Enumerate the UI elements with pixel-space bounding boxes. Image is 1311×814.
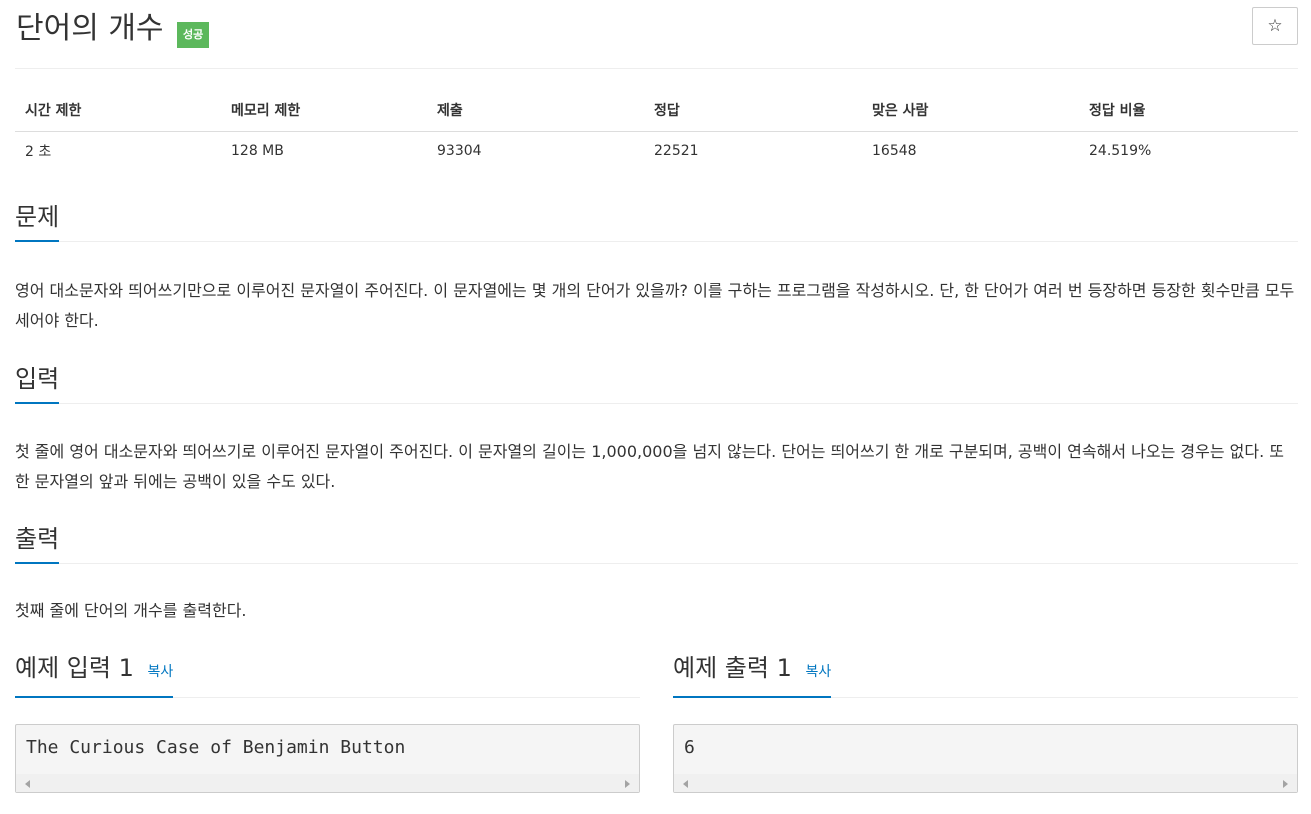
problem-header: 단어의 개수 성공 ☆ — [15, 0, 1298, 69]
sample-input-title: 예제 입력 1 — [15, 654, 134, 682]
description-text: 영어 대소문자와 띄어쓰기만으로 이루어진 문자열이 주어진다. 이 문자열에는… — [15, 281, 1295, 330]
value-accepted: 22521 — [654, 143, 699, 160]
sample-input-box[interactable]: The Curious Case of Benjamin Button — [15, 724, 640, 793]
header-solvers: 맞은 사람 — [862, 89, 1079, 132]
header-memory-limit: 메모리 제한 — [221, 89, 427, 132]
sample-input-scrollbar[interactable] — [16, 774, 639, 792]
sample-input-heading: 예제 입력 1 복사 — [15, 653, 174, 698]
scroll-left-icon[interactable] — [25, 780, 30, 788]
header-accepted: 정답 — [644, 89, 862, 132]
star-icon[interactable]: ☆ — [1252, 7, 1298, 45]
result-badge: 성공 — [177, 22, 210, 48]
input-text: 첫 줄에 영어 대소문자와 띄어쓰기로 이루어진 문자열이 주어진다. 이 문자… — [15, 442, 1284, 491]
copy-sample-output-button[interactable]: 복사 — [806, 664, 832, 680]
value-submissions: 93304 — [437, 143, 482, 160]
sample-output-box[interactable]: 6 — [673, 724, 1298, 793]
info-value-row: 2 초 128 MB 93304 22521 16548 24.519% — [15, 131, 1298, 171]
value-solvers: 16548 — [872, 143, 917, 160]
sample-output-title: 예제 출력 1 — [673, 654, 792, 682]
output-title: 출력 — [15, 524, 60, 564]
scroll-right-icon[interactable] — [1283, 780, 1288, 788]
sample-output-heading: 예제 출력 1 복사 — [673, 653, 832, 698]
header-accept-ratio: 정답 비율 — [1079, 89, 1298, 132]
value-accept-ratio: 24.519% — [1089, 143, 1152, 160]
problem-info-table: 시간 제한 메모리 제한 제출 정답 맞은 사람 정답 비율 2 초 128 M… — [15, 89, 1298, 171]
scroll-left-icon[interactable] — [683, 780, 688, 788]
scroll-right-icon[interactable] — [625, 780, 630, 788]
header-submissions: 제출 — [427, 89, 644, 132]
value-memory-limit: 128 MB — [231, 143, 284, 160]
output-section-header: 출력 — [15, 524, 1298, 564]
input-section-header: 입력 — [15, 364, 1298, 404]
sample-input-content: The Curious Case of Benjamin Button — [26, 737, 406, 758]
sample-output-content: 6 — [684, 737, 695, 758]
input-title: 입력 — [15, 364, 60, 404]
description-title: 문제 — [15, 202, 60, 242]
problem-title: 단어의 개수 — [16, 11, 164, 46]
output-text: 첫째 줄에 단어의 개수를 출력한다. — [15, 601, 247, 620]
sample-input-header: 예제 입력 1 복사 — [15, 653, 640, 698]
description-section-header: 문제 — [15, 202, 1298, 242]
sample-output-scrollbar[interactable] — [674, 774, 1297, 792]
value-time-limit: 2 초 — [25, 144, 52, 161]
copy-sample-input-button[interactable]: 복사 — [148, 664, 174, 680]
header-time-limit: 시간 제한 — [15, 89, 221, 132]
info-header-row: 시간 제한 메모리 제한 제출 정답 맞은 사람 정답 비율 — [15, 89, 1298, 132]
sample-output-header: 예제 출력 1 복사 — [673, 653, 1298, 698]
